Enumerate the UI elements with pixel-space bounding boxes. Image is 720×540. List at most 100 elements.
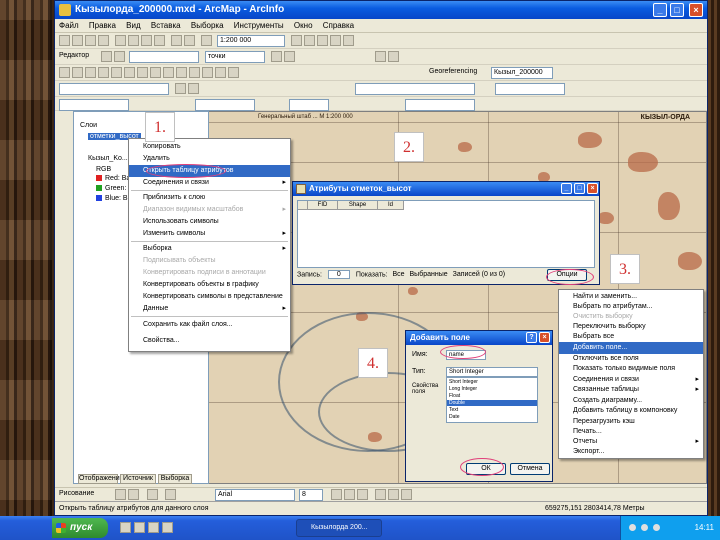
column-header[interactable]: Id	[378, 201, 404, 210]
tray-icon[interactable]	[653, 524, 660, 531]
quicklaunch-icon[interactable]	[148, 522, 159, 533]
help-icon[interactable]	[343, 35, 354, 46]
forward-icon[interactable]	[150, 67, 161, 78]
tab-source[interactable]: Источник	[120, 474, 156, 484]
layer-tool-icon[interactable]	[175, 83, 186, 94]
add-data-icon[interactable]	[201, 35, 212, 46]
menu-insert[interactable]: Вставка	[151, 21, 181, 30]
drawing-menu[interactable]: Рисование	[59, 490, 94, 497]
new-icon[interactable]	[59, 35, 70, 46]
toc-layer-item[interactable]: Кызыл_Ko...	[88, 155, 128, 162]
editor-toolbar-icon[interactable]	[291, 35, 302, 46]
undo-icon[interactable]	[171, 35, 182, 46]
fixed-zoom-in-icon[interactable]	[85, 67, 96, 78]
select-elements-icon[interactable]	[176, 67, 187, 78]
command-line-icon[interactable]	[330, 35, 341, 46]
menu-remove[interactable]: Удалить	[129, 153, 290, 165]
underline-icon[interactable]	[357, 489, 368, 500]
copy-icon[interactable]	[128, 35, 139, 46]
menu-edit[interactable]: Правка	[89, 21, 116, 30]
maximize-button[interactable]: □	[670, 3, 684, 17]
column-header[interactable]: Shape	[338, 201, 378, 210]
start-button[interactable]: пуск	[52, 518, 108, 538]
menu-zoom-to-layer[interactable]: Приблизить к слою	[129, 192, 290, 204]
font-size-combo[interactable]: 8	[299, 489, 323, 501]
quicklaunch-icon[interactable]	[162, 522, 173, 533]
task-combo[interactable]	[129, 51, 199, 63]
menu-selection[interactable]: Выборка	[191, 21, 224, 30]
measure-icon[interactable]	[215, 67, 226, 78]
taskbar-arcmap-task[interactable]: Кызылорда 200...	[296, 519, 382, 537]
zoom-out-icon[interactable]	[72, 67, 83, 78]
cut-icon[interactable]	[115, 35, 126, 46]
select-elements-icon[interactable]	[115, 489, 126, 500]
arctoolbox-icon[interactable]	[317, 35, 328, 46]
line-color-icon[interactable]	[401, 489, 412, 500]
menu-export[interactable]: Экспорт...	[559, 446, 703, 458]
toc-layers-root[interactable]: Слои	[80, 122, 97, 129]
menu-joins-relates[interactable]: Соединения и связи ▸	[129, 177, 290, 189]
menu-label-features[interactable]: Подписывать объекты	[129, 255, 290, 267]
layer-combo[interactable]	[59, 83, 169, 95]
record-number-field[interactable]: 0	[327, 270, 350, 279]
close-button[interactable]: ×	[689, 3, 703, 17]
delete-icon[interactable]	[154, 35, 165, 46]
attribute-grid[interactable]: FID Shape Id	[297, 200, 595, 268]
full-extent-icon[interactable]	[124, 67, 135, 78]
menu-visible-scale-range[interactable]: Диапазон видимых масштабов ▸	[129, 204, 290, 216]
type-option[interactable]: Short Integer	[447, 379, 537, 385]
menu-use-symbol-levels[interactable]: Использовать символы	[129, 216, 290, 228]
label-combo[interactable]	[195, 99, 255, 111]
menu-convert-features-graphics[interactable]: Конвертировать объекты в графику	[129, 279, 290, 291]
minimize-button[interactable]: _	[653, 3, 667, 17]
georef-layer-combo[interactable]: Кызыл_200000	[491, 67, 553, 79]
show-all-button[interactable]: Все	[392, 271, 404, 278]
type-option-selected[interactable]: Double	[447, 400, 537, 406]
menu-selection[interactable]: Выборка ▸	[129, 243, 290, 255]
dialog-close-button[interactable]: ×	[539, 332, 550, 343]
attr-close-button[interactable]: ×	[587, 183, 598, 194]
toc-icon[interactable]	[304, 35, 315, 46]
show-selected-button[interactable]: Выбранные	[410, 271, 448, 278]
back-icon[interactable]	[137, 67, 148, 78]
georef-label[interactable]: Georeferencing	[429, 68, 477, 75]
font-color-icon[interactable]	[375, 489, 386, 500]
attributes-icon[interactable]	[271, 51, 282, 62]
open-icon[interactable]	[72, 35, 83, 46]
field-type-select[interactable]: Short Integer	[446, 367, 538, 377]
paste-icon[interactable]	[141, 35, 152, 46]
scale-combo[interactable]: 1:200 000	[217, 35, 285, 47]
type-option[interactable]: Long Integer	[447, 386, 537, 392]
menu-window[interactable]: Окно	[294, 21, 313, 30]
analysis-combo[interactable]	[355, 83, 475, 95]
type-option[interactable]: Float	[447, 393, 537, 399]
attr-minimize-button[interactable]: _	[561, 183, 572, 194]
type-option[interactable]: Date	[447, 414, 537, 420]
fixed-zoom-out-icon[interactable]	[98, 67, 109, 78]
redo-icon[interactable]	[184, 35, 195, 46]
font-combo[interactable]: Arial	[215, 489, 295, 501]
fill-color-icon[interactable]	[388, 489, 399, 500]
target-combo[interactable]	[495, 83, 565, 95]
tab-selection[interactable]: Выборка	[158, 474, 192, 484]
find-icon[interactable]	[202, 67, 213, 78]
sketch-props-icon[interactable]	[284, 51, 295, 62]
menu-change-symbols[interactable]: Изменить символы ▸	[129, 228, 290, 240]
tab-display[interactable]: Отображение	[78, 474, 124, 484]
pan-icon[interactable]	[111, 67, 122, 78]
hyperlink-icon[interactable]	[228, 67, 239, 78]
edit-tool-icon[interactable]	[101, 51, 112, 62]
bold-icon[interactable]	[331, 489, 342, 500]
print-icon[interactable]	[98, 35, 109, 46]
help-button[interactable]: ?	[526, 332, 537, 343]
editor-label[interactable]: Редактор	[59, 52, 89, 59]
rectangle-icon[interactable]	[147, 489, 158, 500]
menu-file[interactable]: Файл	[59, 21, 79, 30]
identify-icon[interactable]	[189, 67, 200, 78]
column-header[interactable]: FID	[308, 201, 338, 210]
type-option[interactable]: Text	[447, 407, 537, 413]
cancel-button[interactable]: Отмена	[510, 463, 550, 475]
menu-help[interactable]: Справка	[323, 21, 354, 30]
snap-icon[interactable]	[388, 51, 399, 62]
topology-icon[interactable]	[375, 51, 386, 62]
